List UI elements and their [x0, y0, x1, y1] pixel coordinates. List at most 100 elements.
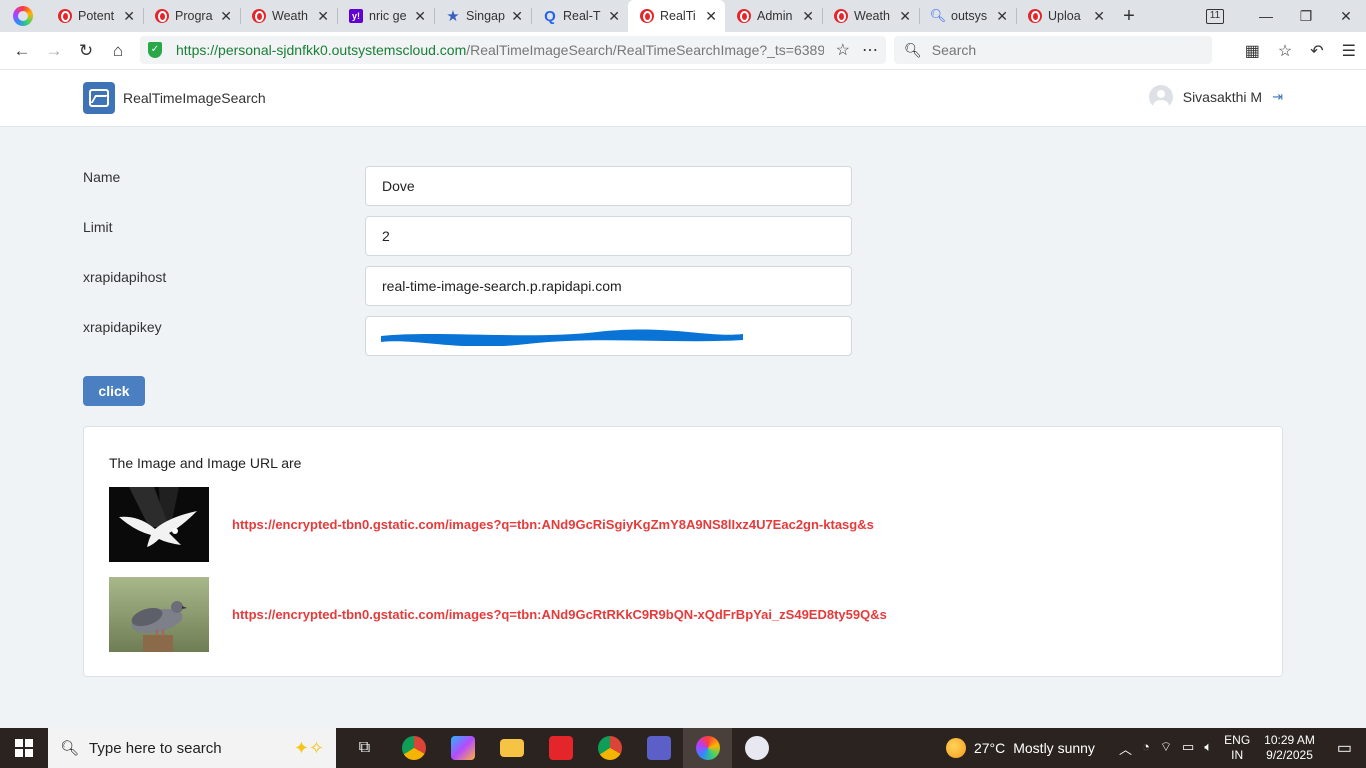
opera-menu-icon[interactable] — [0, 0, 46, 32]
chrome-icon[interactable] — [389, 728, 438, 768]
notification-icon[interactable]: ▭ — [1337, 738, 1352, 758]
browser-tab[interactable]: 🔍︎ outsys ✕ — [919, 0, 1016, 32]
results-card: The Image and Image URL are https://encr… — [83, 426, 1283, 677]
image-url-link[interactable]: https://encrypted-tbn0.gstatic.com/image… — [232, 607, 887, 622]
forward-icon[interactable]: → — [38, 41, 70, 61]
browser-tab[interactable]: Admin ✕ — [725, 0, 822, 32]
app-logo-icon[interactable] — [83, 82, 115, 114]
name-input[interactable] — [365, 166, 852, 206]
close-icon[interactable]: ✕ — [317, 8, 329, 25]
copilot-icon[interactable] — [438, 728, 487, 768]
logout-icon[interactable]: ⇥ — [1272, 89, 1283, 105]
browser-tab[interactable]: Weath ✕ — [822, 0, 919, 32]
reload-icon[interactable]: ↻ — [70, 41, 102, 61]
close-icon[interactable]: ✕ — [511, 8, 523, 25]
battery-icon[interactable]: ▭ — [1182, 739, 1194, 758]
close-icon[interactable]: ✕ — [1093, 8, 1105, 25]
browser-tab[interactable]: Progra ✕ — [143, 0, 240, 32]
close-window-icon[interactable]: ✕ — [1326, 8, 1366, 25]
volume-icon[interactable]: 🔈︎ — [1204, 739, 1212, 758]
host-row: xrapidapihost — [83, 266, 852, 306]
tab-title: nric ge — [369, 9, 407, 23]
chrome-profile-icon[interactable] — [585, 728, 634, 768]
browser-tab[interactable]: ★ Singap ✕ — [434, 0, 531, 32]
more-icon[interactable]: ⋯ — [862, 40, 878, 60]
browser-tab[interactable]: Potent ✕ — [46, 0, 143, 32]
windows-start-button[interactable] — [0, 728, 48, 768]
close-icon[interactable]: ✕ — [705, 8, 717, 25]
restore-icon[interactable]: ❐ — [1286, 8, 1326, 25]
url-text[interactable]: https://personal-sjdnfkk0.outsystemsclou… — [176, 42, 824, 58]
tab-title: outsys — [951, 9, 988, 23]
minimize-icon[interactable]: — — [1246, 8, 1286, 24]
sun-icon — [945, 738, 966, 758]
image-url-link[interactable]: https://encrypted-tbn0.gstatic.com/image… — [232, 517, 874, 532]
browser-tab[interactable]: y! nric ge ✕ — [337, 0, 434, 32]
system-tray: 27°C Mostly sunny ︿ ◔ ⌔ ▭ 🔈︎ ENG IN 10:2… — [945, 728, 1366, 768]
click-button[interactable]: click — [83, 376, 145, 406]
opera-icon — [1028, 9, 1042, 23]
avatar[interactable] — [1148, 85, 1173, 109]
user-menu[interactable]: Sivasakthi M ⇥ — [1148, 85, 1283, 109]
pigeon-thumbnail[interactable] — [109, 577, 209, 652]
clock[interactable]: 10:29 AM 9/2/2025 — [1264, 733, 1315, 763]
dove-white-thumbnail[interactable] — [109, 487, 209, 562]
taskbar-search-placeholder[interactable]: Type here to search — [89, 740, 222, 757]
limit-input[interactable] — [365, 216, 852, 256]
home-icon[interactable]: ⌂ — [102, 41, 134, 61]
user-name[interactable]: Sivasakthi M — [1183, 89, 1262, 105]
tab-title: Weath — [854, 9, 890, 23]
app-title[interactable]: RealTimeImageSearch — [123, 90, 266, 106]
chevron-up-icon[interactable]: ︿ — [1119, 739, 1132, 758]
browser-tab[interactable]: Uploa ✕ — [1016, 0, 1113, 32]
secure-shield-icon[interactable]: ✓ — [148, 42, 162, 58]
file-explorer-icon[interactable] — [487, 728, 536, 768]
host-label: xrapidapihost — [83, 269, 167, 285]
menu-icon[interactable]: ☰ — [1342, 41, 1356, 61]
close-icon[interactable]: ✕ — [414, 8, 426, 25]
new-tab-button[interactable]: + — [1113, 5, 1145, 28]
opera-gx-icon[interactable] — [683, 728, 732, 768]
browser-tab[interactable]: Weath ✕ — [240, 0, 337, 32]
results-heading: The Image and Image URL are — [109, 455, 302, 471]
close-icon[interactable]: ✕ — [123, 8, 135, 25]
back-icon[interactable]: ← — [6, 41, 38, 61]
bookmark-star-icon[interactable]: ☆ — [836, 40, 850, 60]
address-bar: ← → ↻ ⌂ ✓ https://personal-sjdnfkk0.outs… — [0, 32, 1366, 70]
browser-search-input[interactable] — [931, 42, 1202, 58]
taskbar-search[interactable]: 🔍︎ Type here to search ✦✧ — [48, 728, 336, 768]
task-view-icon[interactable]: ⧉ — [340, 728, 389, 768]
search-icon: 🔍︎ — [929, 8, 947, 23]
close-icon[interactable]: ✕ — [608, 8, 620, 25]
host-input[interactable] — [365, 266, 852, 306]
yahoo-icon: y! — [349, 9, 363, 23]
url-path: /RealTimeImageSearch/RealTimeSearchImage… — [466, 42, 824, 58]
opera-taskbar-icon[interactable] — [536, 728, 585, 768]
url-scheme: https:// — [176, 42, 219, 58]
language-indicator[interactable]: ENG IN — [1224, 733, 1250, 763]
paint-icon[interactable] — [732, 728, 781, 768]
url-field[interactable]: ✓ https://personal-sjdnfkk0.outsystemscl… — [140, 36, 886, 64]
browser-tab[interactable]: Q Real-T ✕ — [531, 0, 628, 32]
favorites-icon[interactable]: ☆ — [1278, 41, 1292, 61]
close-icon[interactable]: ✕ — [220, 8, 232, 25]
browser-tab-active[interactable]: RealTi ✕ — [628, 0, 725, 32]
history-undo-icon[interactable]: ↶ — [1310, 41, 1323, 61]
teams-icon[interactable] — [634, 728, 683, 768]
name-label: Name — [83, 169, 121, 185]
apps-grid-icon[interactable]: ▦ — [1245, 41, 1260, 61]
limit-label: Limit — [83, 219, 113, 235]
tab-title: Progra — [175, 9, 213, 23]
tab-title: RealTi — [660, 9, 696, 23]
opera-icon — [737, 9, 751, 23]
tab-count-button[interactable]: 11 — [1206, 8, 1224, 24]
network-icon[interactable]: ◔ — [1142, 739, 1150, 758]
taskbar-apps: ⧉ — [340, 728, 781, 768]
close-icon[interactable]: ✕ — [802, 8, 814, 25]
tab-title: Uploa — [1048, 9, 1081, 23]
close-icon[interactable]: ✕ — [996, 8, 1008, 25]
wifi-icon[interactable]: ⌔ — [1160, 739, 1172, 758]
weather-widget[interactable]: 27°C Mostly sunny — [945, 738, 1095, 758]
close-icon[interactable]: ✕ — [899, 8, 911, 25]
browser-search-box[interactable]: 🔍︎ — [894, 36, 1212, 64]
